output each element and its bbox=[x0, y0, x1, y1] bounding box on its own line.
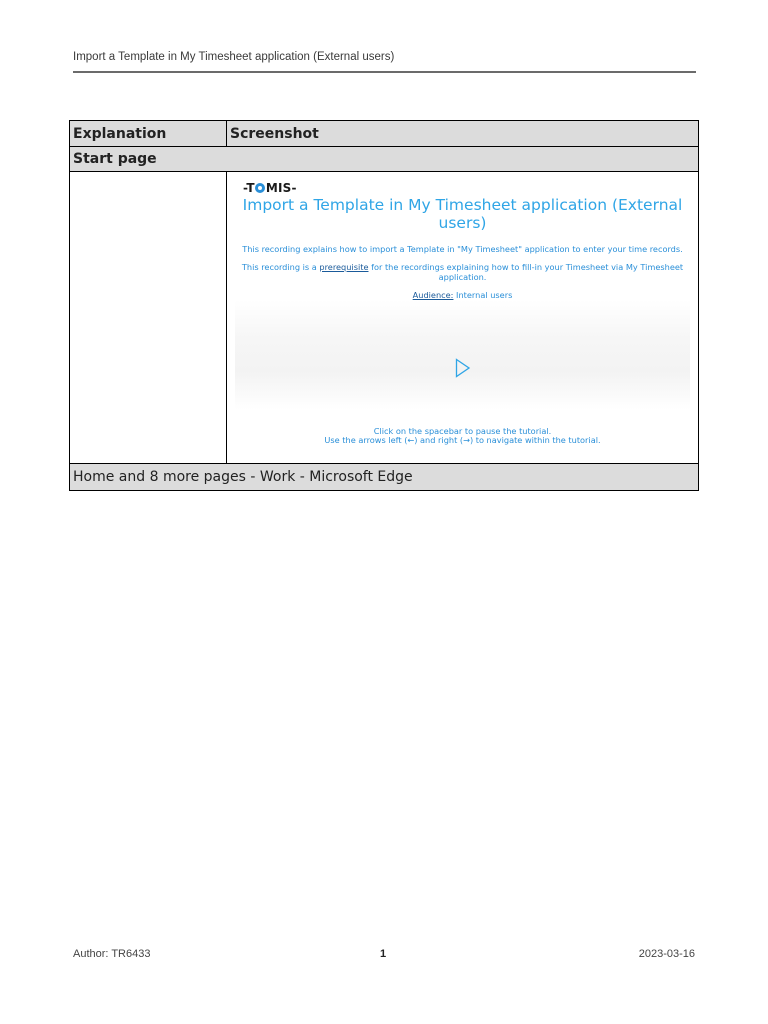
footer-date: 2023-03-16 bbox=[638, 948, 695, 960]
steps-table: Explanation Screenshot Start page -T MIS-… bbox=[69, 120, 699, 491]
tutorial-title: Import a Template in My Timesheet applic… bbox=[242, 196, 683, 232]
prerequisite-text-pre: This recording is a bbox=[241, 262, 320, 272]
logo-o-icon bbox=[255, 183, 266, 193]
window-caption: Home and 8 more pages - Work - Microsoft… bbox=[69, 463, 699, 491]
audience-label: Audience: bbox=[412, 290, 454, 300]
caption-row: Home and 8 more pages - Work - Microsoft… bbox=[69, 463, 699, 491]
logo-text-right: MIS- bbox=[265, 181, 297, 195]
tutorial-screenshot: -T MIS- Import a Template in My Timesheet… bbox=[227, 172, 698, 463]
page-header: Import a Template in My Timesheet applic… bbox=[73, 51, 696, 73]
column-header-explanation: Explanation bbox=[69, 120, 227, 147]
column-header-screenshot: Screenshot bbox=[226, 120, 699, 147]
tutorial-description: This recording explains how to import a … bbox=[242, 244, 683, 254]
document-title: Import a Template in My Timesheet applic… bbox=[73, 51, 395, 63]
tutorial-audience: Audience: Internal users bbox=[233, 290, 692, 300]
screenshot-row: -T MIS- Import a Template in My Timesheet… bbox=[69, 171, 699, 464]
prerequisite-text-post: for the recordings explaining how to fil… bbox=[368, 262, 684, 282]
section-title: Start page bbox=[69, 146, 699, 172]
section-row: Start page bbox=[69, 146, 699, 172]
audience-value: Internal users bbox=[453, 290, 513, 300]
table-header-row: Explanation Screenshot bbox=[69, 120, 699, 147]
footer-page-number: 1 bbox=[380, 948, 387, 960]
prerequisite-link[interactable]: prerequisite bbox=[319, 262, 368, 272]
tutorial-stage[interactable] bbox=[235, 300, 690, 410]
play-icon[interactable] bbox=[455, 358, 471, 378]
tutorial-hint-navigate: Use the arrows left (←) and right (→) to… bbox=[324, 435, 601, 445]
logo-text-left: -T bbox=[243, 181, 255, 195]
footer-author: Author: TR6433 bbox=[73, 948, 151, 960]
screenshot-cell: -T MIS- Import a Template in My Timesheet… bbox=[226, 171, 699, 464]
explanation-cell bbox=[69, 171, 227, 464]
tomis-logo: -T MIS- bbox=[243, 181, 297, 195]
tutorial-prerequisite: This recording is a prerequisite for the… bbox=[233, 262, 692, 282]
